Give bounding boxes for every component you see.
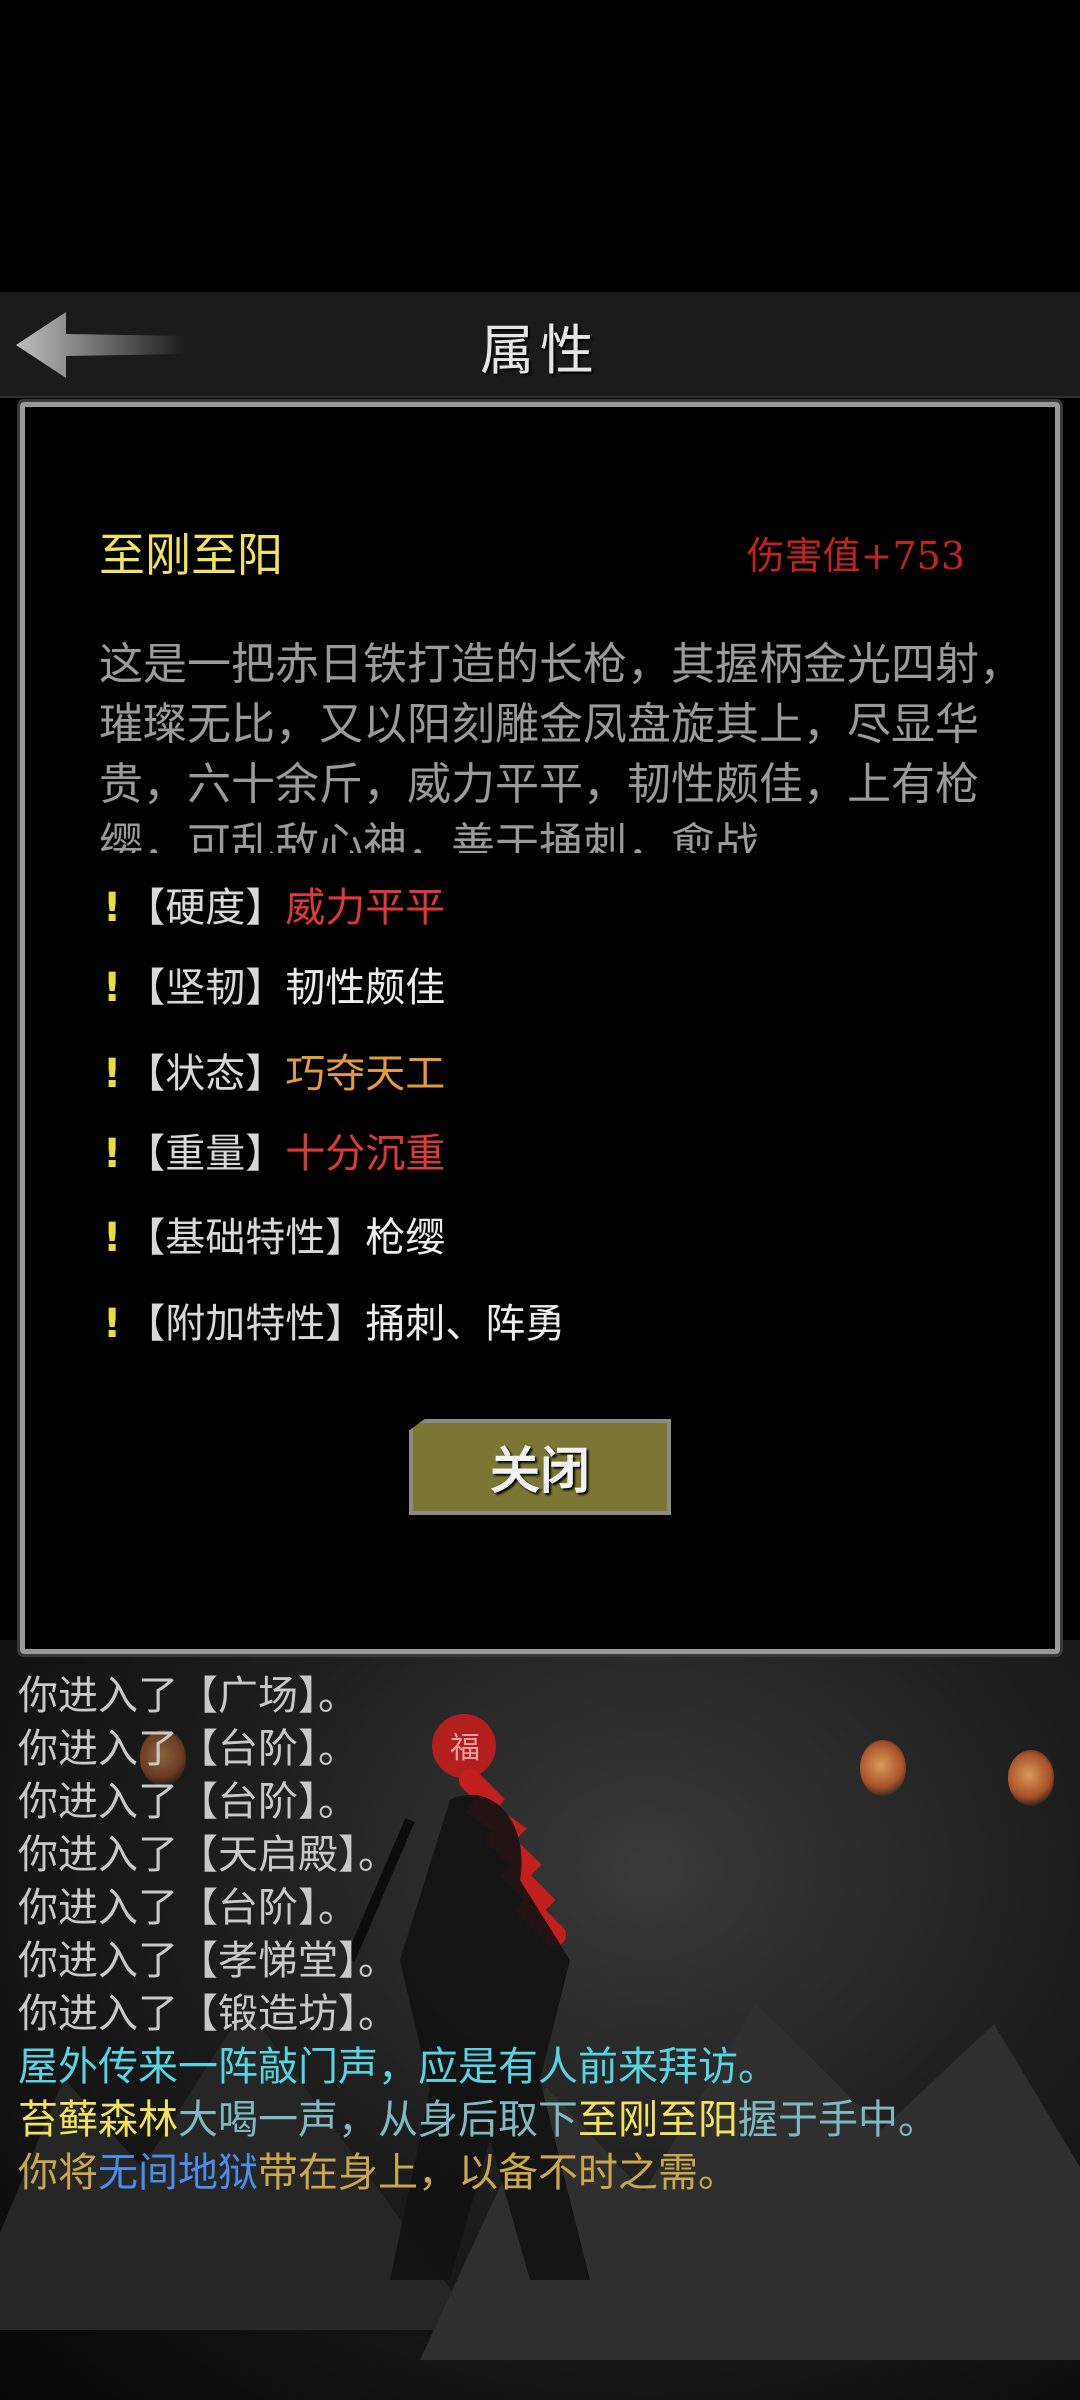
close-button[interactable]: 关闭 (409, 1419, 671, 1515)
attribute-value: 威力平平 (285, 885, 446, 931)
log-line: 你进入了【台阶】。 (18, 1779, 358, 1825)
exclamation-icon: ! (103, 1051, 122, 1097)
damage-value: 伤害值+753 (746, 534, 965, 578)
attribute-key: 【状态】 (125, 1051, 286, 1097)
attribute-row-base-trait: ! 【基础特性】枪缨 (103, 1205, 445, 1263)
log-text: 握于手中。 (738, 2097, 938, 2143)
attribute-key: 【坚韧】 (125, 965, 286, 1011)
log-line: 你进入了【广场】。 (18, 1673, 358, 1719)
exclamation-icon: ! (103, 965, 122, 1011)
message-log: 你进入了【广场】。 你进入了【台阶】。 你进入了【台阶】。 你进入了【天启殿】。… (18, 1670, 1068, 2200)
item-name: 至刚至阳 (99, 528, 283, 582)
exclamation-icon: ! (103, 1131, 122, 1177)
attribute-value: 枪缨 (365, 1215, 446, 1261)
attribute-row-toughness: ! 【坚韧】韧性颇佳 (103, 955, 445, 1013)
log-line-npc-action: 苔藓森林大喝一声，从身后取下至刚至阳握于手中。 (18, 2094, 1068, 2147)
weapon-name: 至刚至阳 (578, 2097, 738, 2143)
item-link: 无间地狱 (98, 2150, 258, 2196)
item-description: 这是一把赤日铁打造的长枪，其握柄金光四射，璀璨无比，又以阳刻雕金凤盘旋其上，尽显… (99, 639, 1023, 853)
log-line: 你进入了【台阶】。 (18, 1885, 358, 1931)
attribute-value: 巧夺天工 (285, 1051, 446, 1097)
attribute-value: 韧性颇佳 (285, 965, 446, 1011)
attribute-value: 十分沉重 (285, 1131, 446, 1177)
attribute-key: 【附加特性】 (125, 1301, 366, 1347)
log-line-system: 屋外传来一阵敲门声，应是有人前来拜访。 (18, 2044, 778, 2090)
attribute-row-weight: ! 【重量】十分沉重 (103, 1121, 445, 1179)
log-line: 你进入了【台阶】。 (18, 1726, 358, 1772)
npc-name: 苔藓森林 (18, 2097, 178, 2143)
attribute-row-extra-trait: ! 【附加特性】捅刺、阵勇 (103, 1291, 565, 1349)
attribute-row-hardness: ! 【硬度】威力平平 (103, 875, 445, 933)
attribute-row-status: ! 【状态】巧夺天工 (103, 1041, 445, 1099)
attribute-key: 【硬度】 (125, 885, 286, 931)
log-line: 你进入了【孝悌堂】。 (18, 1938, 398, 1984)
top-bar: 属性 (0, 292, 1080, 398)
item-description-scroll[interactable]: 这是一把赤日铁打造的长枪，其握柄金光四射，璀璨无比，又以阳刻雕金凤盘旋其上，尽显… (99, 635, 1039, 853)
log-text: 大喝一声，从身后取下 (178, 2097, 578, 2143)
log-line-carry-item: 你将无间地狱带在身上，以备不时之需。 (18, 2147, 1068, 2200)
page-title: 属性 (480, 319, 600, 382)
exclamation-icon: ! (103, 1215, 122, 1261)
exclamation-icon: ! (103, 1301, 122, 1347)
log-line: 你进入了【天启殿】。 (18, 1832, 398, 1878)
item-attribute-panel: 至刚至阳 伤害值+753 这是一把赤日铁打造的长枪，其握柄金光四射，璀璨无比，又… (17, 399, 1063, 1657)
log-line: 你进入了【锻造坊】。 (18, 1991, 398, 2037)
attribute-value: 捅刺、阵勇 (365, 1301, 566, 1347)
exclamation-icon: ! (103, 885, 122, 931)
log-text: 你将 (18, 2150, 98, 2196)
attribute-key: 【基础特性】 (125, 1215, 366, 1261)
attribute-key: 【重量】 (125, 1131, 286, 1177)
log-text: 带在身上，以备不时之需。 (258, 2150, 738, 2196)
